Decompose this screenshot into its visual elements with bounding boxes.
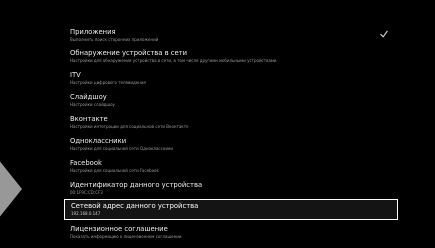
setting-item-network-discovery[interactable]: Обнаружение устройства в сети Настройки … [64,47,398,67]
setting-item-vkontakte[interactable]: Вконтакте Настройки интеграции для социа… [64,113,398,133]
setting-title: Обнаружение устройства в сети [70,49,188,57]
setting-subtitle: Настройки цифрового телевидения [70,80,146,85]
setting-title: Facebook [70,159,102,167]
setting-item-facebook[interactable]: Facebook Настройки для социальной сети F… [64,157,398,177]
left-arrow-icon[interactable] [0,159,22,219]
setting-subtitle: 192.168.0.147 [71,211,101,216]
setting-item-license[interactable]: Лицензионное соглашение Показать информа… [64,223,398,243]
setting-item-device-id[interactable]: Идентификатор данного устройства 00:1F9C… [64,179,398,199]
setting-title: Приложения [70,28,116,36]
setting-subtitle: Настройки для социальной сети Одноклассн… [70,146,174,151]
setting-subtitle: 00:1F9C:CD:CF3 [70,190,103,195]
setting-subtitle: Выполнить поиск сторонних приложений [70,37,159,42]
check-icon [380,30,388,38]
setting-subtitle: Настройки для обнаружения устройства в с… [70,58,277,63]
setting-item-odnoklassniki[interactable]: Одноклассники Настройки для социальной с… [64,135,398,155]
setting-title: Одноклассники [70,137,127,145]
setting-subtitle: Настройки для социальной сети Facebook [70,168,159,173]
setting-subtitle: Настройки интеграции для социальной сети… [70,124,189,129]
setting-subtitle: Настройки слайдшоу [70,102,115,107]
setting-title: Слайдшоу [70,93,107,101]
setting-item-itv[interactable]: ITV Настройки цифрового телевидения [64,69,398,89]
setting-subtitle: Показать информацию о лицензионном согла… [70,234,182,239]
setting-title: Сетевой адрес данного устройства [71,202,199,210]
setting-item-apps[interactable]: Приложения Выполнить поиск сторонних при… [64,26,398,46]
setting-title: ITV [70,71,81,79]
setting-title: Лицензионное соглашение [70,225,168,233]
settings-screen: Приложения Выполнить поиск сторонних при… [0,0,435,248]
setting-title: Вконтакте [70,115,108,123]
setting-item-slideshow[interactable]: Слайдшоу Настройки слайдшоу [64,91,398,111]
setting-title: Идентификатор данного устройства [70,181,203,189]
setting-item-network-address[interactable]: Сетевой адрес данного устройства 192.168… [64,199,398,220]
